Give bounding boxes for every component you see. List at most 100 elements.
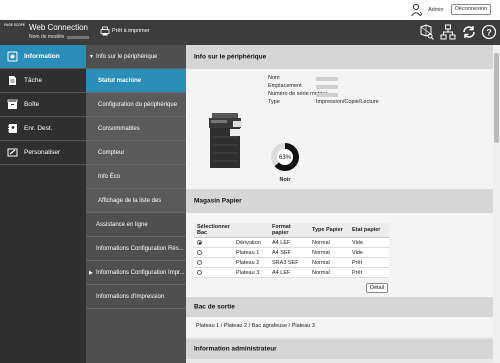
col-header: Etat papier [349, 223, 390, 238]
col-header: Sélectionner Bac [194, 223, 234, 238]
tray-radio[interactable] [197, 250, 202, 255]
chevron-right-icon: ▶ [89, 269, 93, 276]
subnav-label: Assistance en ligne [96, 221, 148, 228]
nav-customize[interactable]: Personaliser [0, 141, 86, 165]
nav-address-book[interactable]: Enr. Dest. [0, 117, 86, 141]
paper-type: Normal [309, 237, 350, 248]
subnav-label: Info Éco [98, 173, 121, 180]
section-admin-info: Information administrateur [186, 339, 500, 359]
nav-label: Boîte [24, 101, 40, 108]
nav-box[interactable]: Boîte [0, 93, 86, 117]
app-header: PAGE SCOPE Web Connection Nom de modèle … [0, 20, 500, 45]
subnav-label: Affichage de la liste des [98, 197, 162, 204]
nav-label: Tâche [24, 77, 43, 84]
table-header-row: Sélectionner Bac Format papier Type Papi… [194, 223, 390, 238]
section-paper-tray: Magasin Papier [186, 189, 500, 213]
table-row: Plateau 3 A4 LEF Normal Prêt [194, 267, 390, 278]
subnav-printer-config[interactable]: ▶ Informations Configuration Impr... [86, 261, 186, 285]
sitemap-icon[interactable] [440, 24, 456, 40]
subnav-device-info[interactable]: ▼ Info sur le périphérique [86, 45, 186, 69]
section-title: Information administrateur [194, 345, 277, 353]
table-row: Dérivation A4 LEF Normal Vide [194, 237, 390, 248]
detail-button[interactable]: Détail [366, 283, 388, 293]
paper-size: A4 LEF [269, 267, 310, 278]
col-header: Type Papier [309, 223, 350, 238]
main-content: Info sur le périphérique Nom Emplacement… [186, 45, 500, 363]
info-key: Type [268, 99, 280, 105]
paper-state: Prêt [349, 267, 390, 278]
subnav-label: Statut machine [98, 77, 142, 84]
paper-type: Normal [309, 267, 350, 278]
section-output-tray: Bac de sortie [186, 297, 500, 317]
section-device-info: Info sur le périphérique [186, 45, 500, 69]
address-icon [8, 124, 17, 133]
top-bar: Admin Déconnexion [0, 0, 500, 20]
svg-text:?: ? [486, 28, 492, 38]
tray-radio[interactable] [197, 270, 202, 275]
subnav-eco-info[interactable]: Info Éco [86, 165, 186, 189]
subnav-label: Consommables [98, 125, 140, 132]
customize-icon [7, 148, 18, 157]
subnav-label: Compteur [98, 149, 125, 156]
info-value [316, 93, 338, 97]
section-title: Bac de sortie [194, 303, 235, 311]
logout-button[interactable]: Déconnexion [451, 4, 491, 15]
info-key: Nom [268, 75, 280, 81]
scrollbar-thumb[interactable] [494, 53, 499, 143]
subnav-network-config[interactable]: Informations Configuration Rés... [86, 237, 186, 261]
col-header [233, 223, 270, 238]
device-info-panel: Nom Emplacement Numéro de série moteur T… [186, 69, 500, 189]
vertical-scrollbar[interactable] [493, 45, 500, 363]
paper-size: SRA3 SEF [269, 257, 310, 268]
section-title: Magasin Papier [194, 197, 242, 205]
job-icon [9, 76, 16, 85]
paper-state: Vide [349, 247, 390, 258]
device-type-value: Impression/Copie/Lecture [316, 99, 379, 105]
table-row: Plateau 2 SRA3 SEF Normal Prêt [194, 257, 390, 268]
info-icon [7, 51, 18, 62]
nav-label: Personaliser [24, 149, 61, 156]
paper-size: A4 SEF [269, 247, 310, 258]
info-key: Emplacement [268, 83, 302, 89]
paper-size: A4 LEF [269, 237, 310, 248]
subnav-label: Configuration du périphérique [98, 101, 178, 108]
subnav-online-assistance[interactable]: Assistance en ligne [86, 213, 186, 237]
tray-name: Plateau 3 [233, 267, 270, 278]
subnav-label: Informations Configuration Impr... [96, 269, 185, 276]
model-name-value [67, 36, 89, 39]
table-row: Plateau 1 A4 SEF Normal Vide [194, 247, 390, 258]
subnav-list-display[interactable]: Affichage de la liste des [86, 189, 186, 213]
subnav-counter[interactable]: Compteur [86, 141, 186, 165]
info-value [316, 85, 338, 89]
printer-status-icon [100, 26, 110, 36]
paper-type: Normal [309, 257, 350, 268]
subnav-label: Informations d'impression [96, 293, 165, 300]
nav-label: Enr. Dest. [24, 125, 53, 132]
subnav-label: Info sur le périphérique [96, 53, 158, 60]
help-icon[interactable]: ? [481, 24, 497, 40]
subnav-device-config[interactable]: Configuration du périphérique [86, 93, 186, 117]
nav-label: Information [24, 53, 60, 60]
toner-percent: 63% [279, 155, 292, 161]
refresh-icon[interactable] [461, 24, 477, 40]
main-nav: Information Tâche Boîte Enr. Dest. Perso… [0, 45, 86, 363]
paper-state: Prêt [349, 257, 390, 268]
info-value [316, 77, 338, 81]
search-settings-icon[interactable] [418, 24, 434, 40]
tray-name: Plateau 1 [233, 247, 270, 258]
tray-name: Plateau 2 [233, 257, 270, 268]
output-tray-list: Plateau 1 / Plateau 2 / Bac agrafeuse / … [196, 323, 315, 329]
tray-radio[interactable] [197, 240, 202, 245]
paper-tray-table: Sélectionner Bac Format papier Type Papi… [194, 223, 390, 278]
subnav-label: Informations Configuration Rés... [96, 245, 184, 252]
section-title: Info sur le périphérique [194, 53, 267, 61]
toner-color-label: Noir [279, 177, 291, 183]
subnav-machine-status[interactable]: Statut machine [86, 69, 186, 93]
printer-image [209, 113, 241, 168]
tray-radio[interactable] [197, 260, 202, 265]
subnav-consumables[interactable]: Consommables [86, 117, 186, 141]
tray-name: Dérivation [233, 237, 270, 248]
nav-job[interactable]: Tâche [0, 69, 86, 93]
subnav-print-info[interactable]: Informations d'impression [86, 285, 186, 309]
nav-information[interactable]: Information [0, 45, 86, 69]
